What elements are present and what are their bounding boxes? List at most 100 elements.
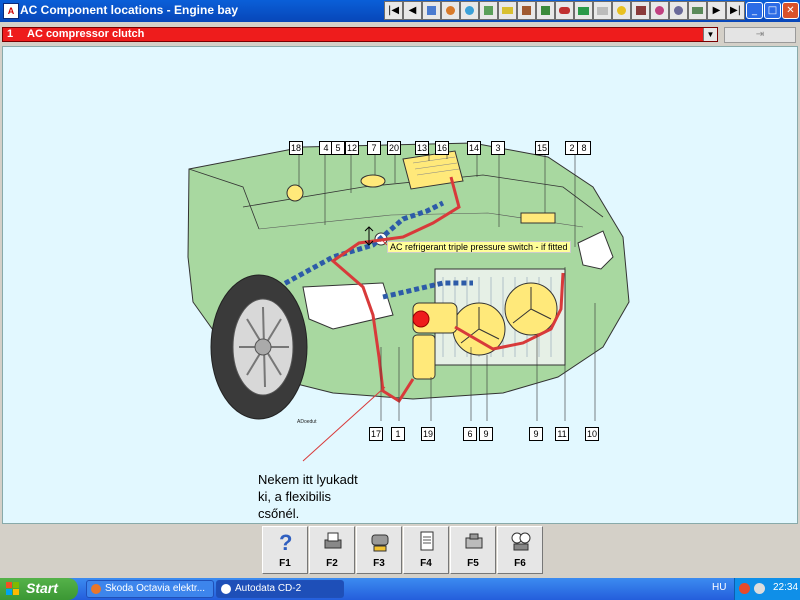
pressure-gauges-icon [511,532,531,551]
tool-tape-button[interactable] [688,1,707,20]
fan-icon [465,6,474,15]
f3-ac-button[interactable]: F3 [356,526,402,574]
nav-first-icon: |◀ [387,5,400,16]
sensor-18 [286,184,304,202]
tool-dashboard-button[interactable] [479,1,498,20]
nav-prev-button[interactable]: ◀ [403,1,422,20]
tool-battery-button[interactable] [498,1,517,20]
callout-14: 14 [467,141,481,155]
window-title: AC Component locations - Engine bay [20,3,239,17]
spark-icon [655,6,664,15]
component-dropdown[interactable]: 1 AC compressor clutch ▼ [2,27,718,42]
taskbar-item-firefox[interactable]: Skoda Octavia elektr... [86,580,214,598]
callout-12: 12 [345,141,359,155]
tool-lightbulb-button[interactable] [593,1,612,20]
firefox-icon [91,584,101,594]
callout-3: 3 [491,141,505,155]
tool-fan-button[interactable] [460,1,479,20]
ac-compressor-icon [371,534,389,552]
nav-last-button[interactable]: ▶| [726,1,745,20]
car-icon [559,7,570,14]
minimize-button[interactable]: _ [746,2,763,19]
maximize-button[interactable]: □ [764,2,781,19]
callout-13: 13 [415,141,429,155]
lightbulb-icon [597,7,608,15]
tool-gear-button[interactable] [631,1,650,20]
component-number: 1 [7,28,14,40]
tool-hammer-button[interactable] [422,1,441,20]
component-selector-row: 1 AC compressor clutch ▼ ⇥ [0,26,800,44]
engine-icon [617,6,626,15]
tool-tools-button[interactable] [517,1,536,20]
chevron-down-icon[interactable]: ▼ [703,28,717,41]
callout-5: 5 [331,141,345,155]
f4-document-button[interactable]: F4 [403,526,449,574]
tools-icon [522,6,531,15]
f1-label: F1 [279,558,291,569]
tool-card-button[interactable] [574,1,593,20]
taskbar: Start Skoda Octavia elektr... Autodata C… [0,578,800,600]
compressor-clutch-highlight [412,310,430,328]
tool-paint-button[interactable] [441,1,460,20]
jump-button[interactable]: ⇥ [724,27,796,43]
component-label: AC compressor clutch [27,28,145,40]
callout-15: 15 [535,141,549,155]
callout-9a: 9 [479,427,493,441]
callout-1: 1 [391,427,405,441]
pressure-switch-label: AC refrigerant triple pressure switch - … [387,241,571,253]
component-icon [465,533,483,549]
nav-next-button[interactable]: ▶ [707,1,726,20]
app-icon: A [3,3,19,19]
f6-label: F6 [514,558,526,569]
tray-app-icon[interactable] [739,583,750,594]
start-button[interactable]: Start [0,578,78,600]
tool-engine-button[interactable] [612,1,631,20]
f3-label: F3 [373,558,385,569]
car-diagram [187,142,630,462]
callout-8: 8 [577,141,591,155]
volume-icon[interactable] [754,583,765,594]
f2-label: F2 [326,558,338,569]
f2-print-button[interactable]: F2 [309,526,355,574]
f1-help-button[interactable]: ? F1 [262,526,308,574]
nav-last-icon: ▶| [729,5,742,16]
nav-first-button[interactable]: |◀ [384,1,403,20]
f5-label: F5 [467,558,479,569]
hammer-icon [427,6,436,15]
gear-icon [635,6,646,15]
tool-wrench-button[interactable] [536,1,555,20]
paint-icon [446,6,455,15]
callout-7: 7 [367,141,381,155]
printer-icon [324,532,342,549]
close-button[interactable]: ✕ [782,2,799,19]
language-indicator[interactable]: HU [712,582,726,593]
callout-19: 19 [421,427,435,441]
taskbar-item-label: Skoda Octavia elektr... [105,583,206,594]
receiver-drier [412,334,436,380]
battery-icon [502,7,513,14]
maximize-icon: □ [767,5,778,16]
callout-10: 10 [585,427,599,441]
f5-component-button[interactable]: F5 [450,526,496,574]
nav-prev-icon: ◀ [408,5,417,16]
tyre-icon [674,6,683,15]
tape-icon [692,7,703,14]
start-label: Start [26,580,58,596]
clock: 22:34 [773,582,799,593]
jump-icon: ⇥ [755,29,765,40]
callout-6: 6 [463,427,477,441]
f4-label: F4 [420,558,432,569]
help-question-icon: ? [279,530,292,554]
minimize-icon: _ [752,5,757,16]
svg-text:?: ? [279,530,292,554]
tool-tyre-button[interactable] [669,1,688,20]
taskbar-item-autodata[interactable]: Autodata CD-2 [216,580,344,598]
f6-gauges-button[interactable]: F6 [497,526,543,574]
document-icon [420,531,434,551]
tool-spark-button[interactable] [650,1,669,20]
tool-car-button[interactable] [555,1,574,20]
autodata-icon [221,584,231,594]
wrench-icon [541,6,550,15]
card-icon [578,7,589,15]
component-7 [360,174,386,188]
